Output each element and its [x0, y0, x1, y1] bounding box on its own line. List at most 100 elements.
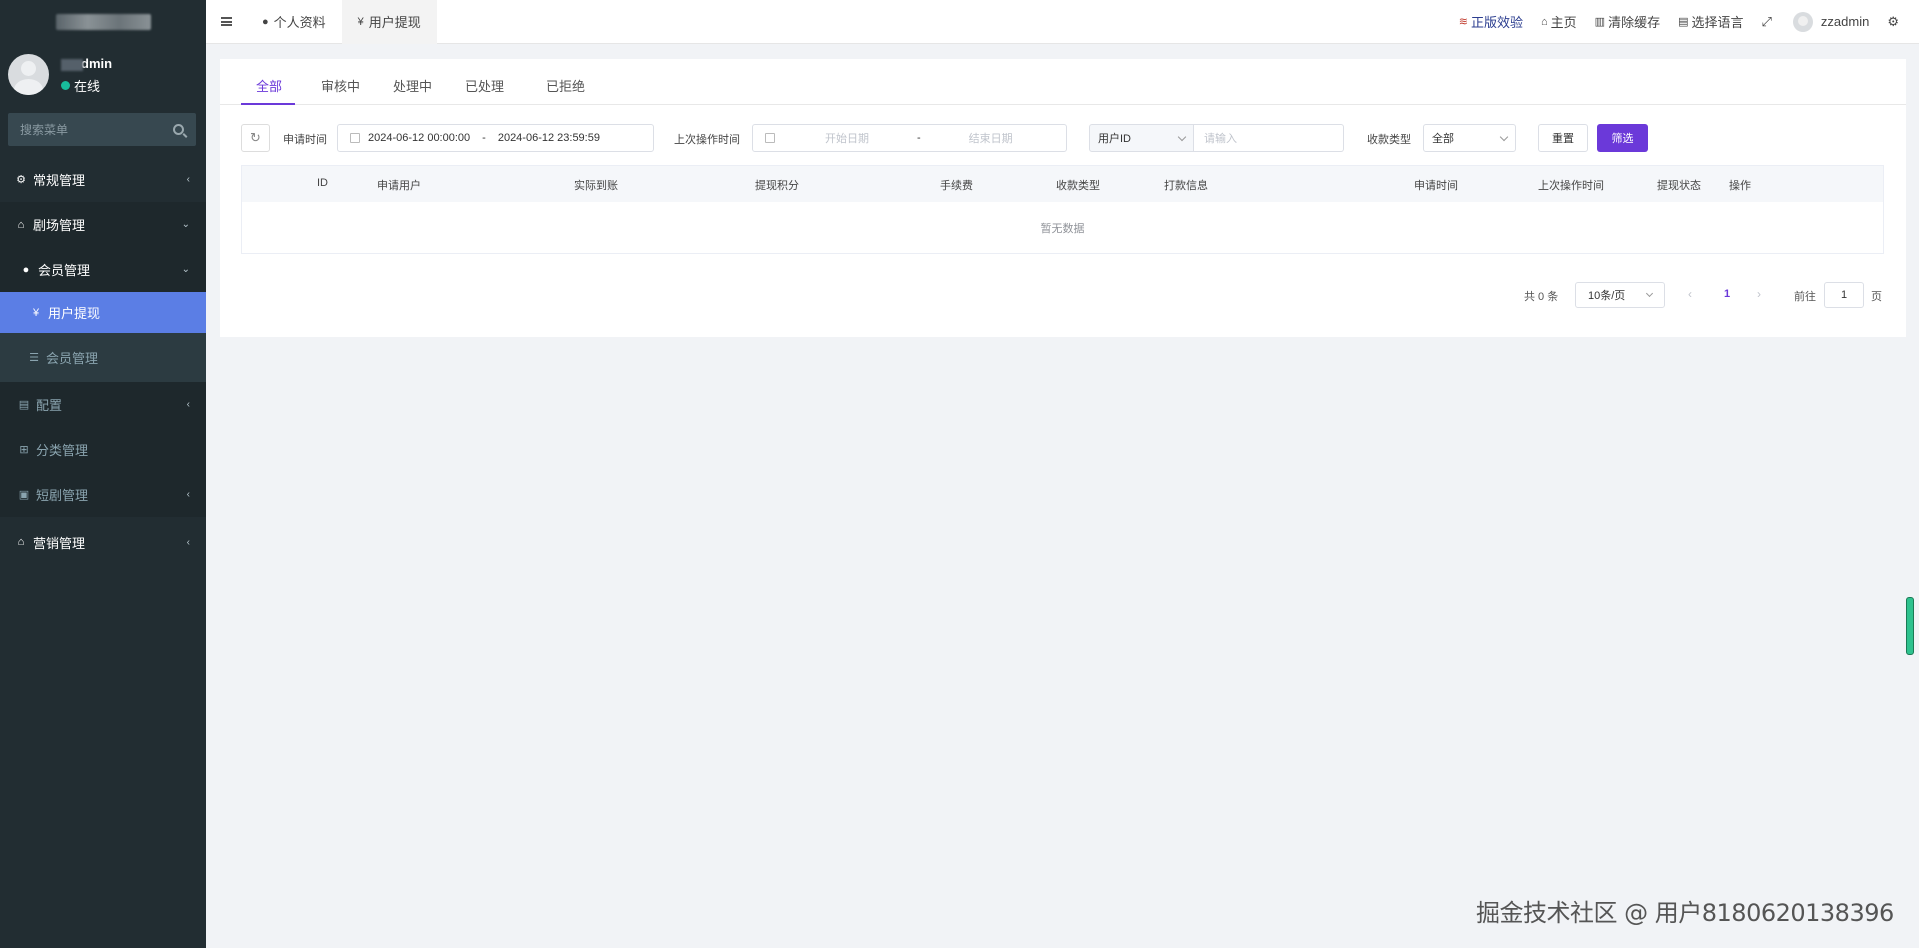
tab-rejected[interactable]: 已拒绝	[546, 76, 585, 95]
home-icon: ⌂	[1541, 15, 1548, 28]
sidebar-item-config[interactable]: ▤ 配置 ‹	[0, 382, 206, 427]
briefcase-icon: ▣	[18, 488, 30, 501]
cogs-icon: ⚙	[1887, 13, 1899, 29]
sidebar-username: dmin	[61, 56, 112, 71]
watermark: 掘金技术社区 @ 用户8180620138396	[1476, 899, 1894, 927]
reset-button[interactable]: 重置	[1538, 124, 1588, 152]
page-size-select[interactable]: 10条/页	[1575, 282, 1665, 308]
next-page-button[interactable]: ›	[1757, 287, 1761, 301]
chevron-left-icon: ‹	[186, 489, 190, 500]
menu-icon	[220, 17, 232, 26]
sidebar-item-label: 剧场管理	[33, 218, 86, 233]
file-icon: ▤	[18, 398, 30, 411]
clear-cache-button[interactable]: ▥ 清除缓存	[1586, 12, 1669, 31]
sidebar-item-members[interactable]: ● 会员管理 ⌄	[0, 247, 206, 292]
end-date-input[interactable]: 结束日期	[969, 130, 1013, 146]
search-icon[interactable]	[173, 124, 184, 135]
calendar-icon	[350, 133, 360, 143]
pay-type-label: 收款类型	[1367, 134, 1411, 146]
user-menu[interactable]: zzadmin	[1784, 11, 1878, 32]
status-tabs: 全部 审核中 处理中 已处理 已拒绝	[220, 59, 1906, 105]
apply-start-date[interactable]: 2024-06-12 00:00:00	[368, 132, 470, 144]
column-header: 手续费	[940, 180, 973, 192]
sidebar-item-theater[interactable]: ⌂ 剧场管理 ⌄	[0, 202, 206, 247]
sidebar-item-withdrawals[interactable]: ¥ 用户提现	[0, 292, 206, 333]
sidebar-item-marketing[interactable]: ⌂ 营销管理 ‹	[0, 517, 206, 567]
start-date-input[interactable]: 开始日期	[825, 130, 869, 146]
column-header: 打款信息	[1164, 180, 1208, 192]
floating-scroll-handle[interactable]	[1906, 597, 1914, 655]
goto-page-input[interactable]: 1	[1824, 282, 1864, 308]
filter-bar: ↻ 申请时间 2024-06-12 00:00:00 - 2024-06-12 …	[220, 123, 1906, 153]
home-icon: ⌂	[17, 218, 25, 231]
apply-end-date[interactable]: 2024-06-12 23:59:59	[498, 132, 600, 144]
sidebar-item-categories[interactable]: ⊞ 分类管理	[0, 427, 206, 472]
refresh-button[interactable]: ↻	[241, 124, 270, 152]
pay-type-select[interactable]: 全部	[1423, 124, 1516, 152]
fullscreen-button[interactable]: ⤢	[1753, 14, 1784, 30]
online-status: 在线	[61, 76, 100, 95]
tab-processing[interactable]: 处理中	[393, 76, 432, 95]
apply-time-label: 申请时间	[283, 134, 327, 146]
empty-state: 暂无数据	[1040, 223, 1085, 235]
home-link[interactable]: ⌂ 主页	[1532, 12, 1586, 31]
yen-icon: ¥	[32, 306, 40, 319]
search-field-select[interactable]: 用户ID	[1089, 124, 1194, 152]
search-value-input[interactable]: 请输入	[1194, 124, 1344, 152]
column-header: 实际到账	[574, 180, 618, 192]
column-header: 申请时间	[1414, 180, 1458, 192]
sidebar-item-member-list[interactable]: ☰ 会员管理	[0, 333, 206, 382]
trash-icon: ▥	[1594, 16, 1606, 28]
sidebar-item-label: 配置	[36, 398, 63, 413]
tab-label: 个人资料	[273, 15, 326, 30]
yen-icon: ¥	[357, 15, 364, 28]
sidebar-item-label: 用户提现	[48, 306, 101, 321]
list-icon: ☰	[29, 351, 39, 364]
tab-label: 用户提现	[368, 15, 421, 30]
rss-icon: ≋	[1458, 16, 1468, 28]
tab-reviewing[interactable]: 审核中	[321, 76, 360, 95]
filter-button[interactable]: 筛选	[1597, 124, 1648, 152]
sidebar-item-label: 会员管理	[46, 351, 99, 366]
tab-all[interactable]: 全部	[256, 76, 282, 95]
menu-search-input[interactable]: 搜索菜单	[8, 113, 196, 146]
prev-page-button[interactable]: ‹	[1688, 287, 1692, 301]
tab-withdrawals[interactable]: ¥ 用户提现	[341, 0, 437, 44]
sidebar-item-short-drama[interactable]: ▣ 短剧管理 ‹	[0, 472, 206, 517]
navbar-right: ≋ 正版效验 ⌂ 主页 ▥ 清除缓存 ▤ 选择语言 ⤢ zzadmin ⚙	[1450, 0, 1919, 44]
settings-button[interactable]: ⚙	[1878, 14, 1911, 30]
chevron-left-icon: ‹	[186, 536, 190, 548]
table-header: ID 申请用户 实际到账 提现积分 手续费 收款类型 打款信息 申请时间 上次操…	[242, 166, 1883, 202]
apply-time-range[interactable]: 2024-06-12 00:00:00 - 2024-06-12 23:59:5…	[337, 124, 654, 152]
cogs-icon: ⚙	[16, 173, 26, 186]
official-verify-link[interactable]: ≋ 正版效验	[1450, 12, 1532, 31]
goto-unit: 页	[1871, 291, 1882, 303]
logo[interactable]	[0, 0, 206, 44]
sidebar-item-label: 会员管理	[38, 263, 91, 278]
pagination: 共 0 条 10条/页 ‹ 1 › 前往 1 页	[220, 282, 1906, 308]
withdrawals-panel: 全部 审核中 处理中 已处理 已拒绝 ↻ 申请时间 2024-06-12 00:…	[220, 59, 1906, 337]
user-panel: dmin 在线	[0, 44, 206, 104]
chevron-left-icon: ‹	[186, 399, 190, 410]
avatar	[1792, 11, 1813, 32]
column-header: 上次操作时间	[1538, 180, 1604, 192]
tab-profile[interactable]: ● 个人资料	[246, 0, 342, 44]
last-op-time-range[interactable]: 开始日期 - 结束日期	[752, 124, 1067, 152]
chevron-down-icon: ⌄	[181, 264, 190, 275]
sidebar-menu: ⚙ 常规管理 ‹ ⌂ 剧场管理 ⌄ ● 会员管理 ⌄ ¥ 用户提现 ☰ 会员管理…	[0, 157, 206, 567]
tab-processed[interactable]: 已处理	[465, 76, 504, 95]
home-icon: ⌂	[17, 536, 25, 548]
language-select[interactable]: ▤ 选择语言	[1669, 12, 1752, 31]
column-header[interactable]: ID	[317, 177, 328, 189]
sidebar-item-label: 短剧管理	[36, 488, 89, 503]
column-header: 收款类型	[1056, 180, 1100, 192]
avatar	[8, 54, 49, 95]
current-page[interactable]: 1	[1724, 288, 1730, 300]
chevron-down-icon	[1177, 132, 1187, 141]
sidebar-toggle-button[interactable]	[206, 17, 246, 26]
chevron-down-icon	[1645, 289, 1654, 298]
sidebar-item-general[interactable]: ⚙ 常规管理 ‹	[0, 157, 206, 202]
sidebar: dmin 在线 搜索菜单 ⚙ 常规管理 ‹ ⌂ 剧场管理 ⌄ ● 会员管理 ⌄ …	[0, 0, 206, 948]
goto-label: 前往	[1794, 291, 1816, 303]
chevron-left-icon: ‹	[186, 174, 190, 185]
